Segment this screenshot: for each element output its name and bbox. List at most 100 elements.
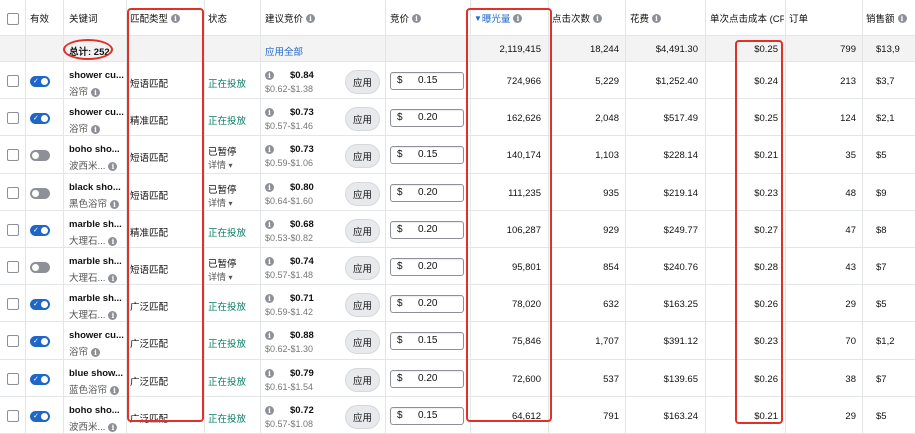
keyword-text[interactable]: boho sho... bbox=[69, 144, 120, 155]
info-icon[interactable]: i bbox=[91, 125, 101, 135]
keyword-text[interactable]: black sho... bbox=[69, 182, 121, 193]
apply-all-link[interactable]: 应用全部 bbox=[265, 44, 303, 58]
enabled-toggle[interactable]: ✓ bbox=[30, 224, 50, 236]
info-icon[interactable]: i bbox=[265, 294, 274, 304]
row-checkbox[interactable] bbox=[7, 186, 19, 199]
bid-input[interactable]: $ 0.15 bbox=[390, 146, 464, 165]
col-impressions[interactable]: ▼ 曝光量 i bbox=[474, 0, 523, 36]
enabled-toggle[interactable]: ✓ bbox=[30, 113, 50, 125]
info-icon[interactable]: i bbox=[513, 13, 523, 23]
apply-button[interactable]: 应用 bbox=[345, 256, 380, 280]
apply-button[interactable]: 应用 bbox=[345, 70, 380, 94]
bid-input[interactable]: $ 0.20 bbox=[390, 369, 464, 388]
apply-button[interactable]: 应用 bbox=[345, 404, 380, 429]
bid-input[interactable]: $ 0.20 bbox=[390, 109, 464, 128]
apply-button[interactable]: 应用 bbox=[345, 330, 380, 355]
col-spend[interactable]: 花费 i bbox=[630, 0, 662, 36]
enabled-toggle[interactable] bbox=[30, 262, 50, 273]
col-status[interactable]: 状态 bbox=[208, 0, 227, 36]
bid-input[interactable]: $ 0.20 bbox=[390, 220, 464, 239]
info-icon[interactable]: i bbox=[265, 405, 274, 415]
keyword-text[interactable]: marble sh... bbox=[69, 293, 122, 304]
info-icon[interactable]: i bbox=[652, 13, 662, 23]
info-icon[interactable]: i bbox=[593, 13, 603, 23]
info-icon[interactable]: i bbox=[91, 88, 101, 97]
apply-button[interactable]: 应用 bbox=[345, 144, 380, 169]
keyword-text[interactable]: shower cu... bbox=[69, 330, 124, 341]
info-icon[interactable]: i bbox=[265, 257, 274, 266]
col-clicks[interactable]: 点击次数 i bbox=[552, 0, 603, 36]
keyword-text[interactable]: shower cu... bbox=[69, 107, 124, 118]
info-icon[interactable]: i bbox=[265, 108, 274, 118]
info-icon[interactable]: i bbox=[110, 385, 120, 395]
apply-button[interactable]: 应用 bbox=[345, 218, 380, 243]
keyword-text[interactable]: shower cu... bbox=[69, 70, 124, 81]
bid-input[interactable]: $ 0.15 bbox=[390, 332, 464, 351]
enabled-toggle[interactable]: ✓ bbox=[30, 410, 50, 422]
enabled-toggle[interactable]: ✓ bbox=[30, 76, 50, 87]
info-icon[interactable]: i bbox=[306, 13, 316, 23]
details-dropdown[interactable]: 详情 ▾ bbox=[208, 196, 233, 209]
bid-input[interactable]: $ 0.20 bbox=[390, 183, 464, 202]
details-dropdown[interactable]: 详情 ▾ bbox=[208, 270, 233, 283]
info-icon[interactable]: i bbox=[91, 348, 101, 358]
enabled-toggle[interactable]: ✓ bbox=[30, 373, 50, 385]
keyword-text[interactable]: marble sh... bbox=[69, 256, 122, 267]
info-icon[interactable]: i bbox=[265, 145, 274, 155]
row-checkbox[interactable] bbox=[7, 223, 19, 236]
info-icon[interactable]: i bbox=[412, 13, 422, 23]
info-icon[interactable]: i bbox=[265, 71, 274, 80]
keyword-text[interactable]: boho sho... bbox=[69, 405, 120, 416]
keyword-text[interactable]: blue show... bbox=[69, 368, 123, 379]
row-checkbox[interactable] bbox=[7, 149, 19, 162]
keyword-text[interactable]: marble sh... bbox=[69, 219, 122, 230]
info-icon[interactable]: i bbox=[265, 331, 274, 341]
select-all-checkbox[interactable] bbox=[7, 13, 19, 25]
total-sales: $13,9 bbox=[876, 44, 900, 55]
col-keyword[interactable]: 关键词 bbox=[69, 0, 98, 36]
row-checkbox[interactable] bbox=[7, 409, 19, 422]
info-icon[interactable]: i bbox=[108, 274, 118, 283]
info-icon[interactable]: i bbox=[265, 182, 274, 192]
row-checkbox[interactable] bbox=[7, 112, 19, 125]
info-icon[interactable]: i bbox=[108, 311, 118, 321]
caret-down-icon: ▾ bbox=[228, 273, 233, 282]
col-bid[interactable]: 竞价 i bbox=[390, 0, 422, 36]
enabled-toggle[interactable] bbox=[30, 150, 50, 162]
col-sales[interactable]: 销售额 i bbox=[866, 0, 907, 36]
enabled-toggle[interactable]: ✓ bbox=[30, 299, 50, 311]
row-checkbox[interactable] bbox=[7, 335, 19, 348]
match-type: 短语匹配 bbox=[130, 153, 169, 165]
col-enabled[interactable]: 有效 bbox=[30, 0, 49, 36]
bid-input[interactable]: $ 0.20 bbox=[390, 295, 464, 314]
row-checkbox[interactable] bbox=[7, 261, 19, 273]
apply-button[interactable]: 应用 bbox=[345, 181, 380, 206]
info-icon[interactable]: i bbox=[108, 162, 118, 172]
bid-input[interactable]: $ 0.15 bbox=[390, 72, 464, 90]
row-checkbox[interactable] bbox=[7, 372, 19, 385]
enabled-toggle[interactable] bbox=[30, 187, 50, 199]
info-icon[interactable]: i bbox=[108, 236, 118, 246]
table-row: black sho... 黑色浴帘 i 短语匹配 已暂停 详情 ▾ i $0.80… bbox=[0, 174, 915, 211]
bid-input[interactable]: $ 0.20 bbox=[390, 258, 464, 276]
info-icon[interactable]: i bbox=[897, 13, 907, 23]
col-suggested-bid[interactable]: 建议竞价 i bbox=[265, 0, 316, 36]
apply-button[interactable]: 应用 bbox=[345, 293, 380, 318]
row-checkbox[interactable] bbox=[7, 75, 19, 87]
info-icon[interactable]: i bbox=[108, 422, 118, 432]
info-icon[interactable]: i bbox=[265, 219, 274, 229]
info-icon[interactable]: i bbox=[265, 368, 274, 378]
col-match-type[interactable]: 匹配类型 i bbox=[130, 0, 181, 36]
col-orders[interactable]: 订单 bbox=[789, 0, 808, 36]
apply-button[interactable]: 应用 bbox=[345, 367, 380, 392]
info-icon[interactable]: i bbox=[171, 13, 181, 23]
enabled-toggle[interactable]: ✓ bbox=[30, 336, 50, 348]
keyword-translation: 波西米... i bbox=[69, 419, 118, 433]
col-cpc[interactable]: 单次点击成本 (CPC bbox=[710, 0, 784, 36]
info-icon[interactable]: i bbox=[110, 199, 120, 209]
clicks-value: 1,707 bbox=[595, 336, 619, 348]
row-checkbox[interactable] bbox=[7, 298, 19, 311]
apply-button[interactable]: 应用 bbox=[345, 107, 380, 132]
bid-input[interactable]: $ 0.15 bbox=[390, 406, 464, 425]
details-dropdown[interactable]: 详情 ▾ bbox=[208, 158, 233, 171]
